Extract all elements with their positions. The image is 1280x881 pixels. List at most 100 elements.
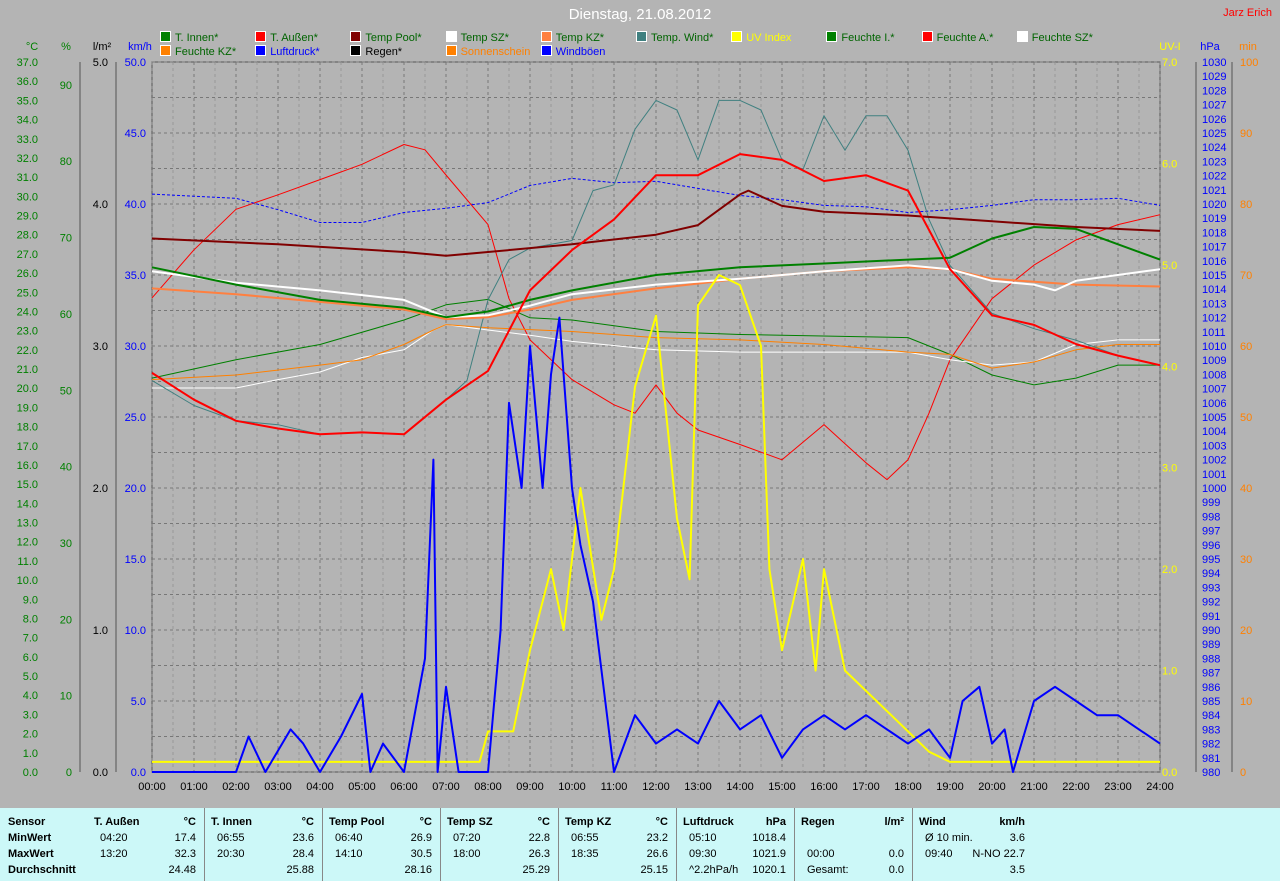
axis-tick-label: 1027 [1202,100,1226,112]
axis-tick-label: 22.0 [17,345,38,357]
axis-tick-label: 0 [1240,767,1246,779]
axis-tick-label: 1023 [1202,156,1226,168]
axis-tick-label: 29.0 [17,211,38,223]
axis-tick-label: 0.0 [1162,767,1177,779]
time-cell: ^2.2hPa/h [689,864,739,876]
axis-tick-label: 15.0 [17,479,38,491]
axis-tick-label: 21.0 [17,364,38,376]
time-cell: Gesamt: [807,864,849,876]
x-tick-label: 21:00 [1020,781,1048,793]
axis-tick-label: 30.0 [17,191,38,203]
x-tick-label: 22:00 [1062,781,1090,793]
time-cell: 18:35 [571,848,599,860]
axis-tick-label: 10 [60,691,72,703]
axis-tick-label: 987 [1202,668,1220,680]
axis-unit-temp: °C [26,41,38,53]
axis-tick-label: 16.0 [17,460,38,472]
x-tick-label: 00:00 [138,781,166,793]
axis-tick-label: 24.0 [17,306,38,318]
axis-tick-label: 45.0 [125,128,146,140]
row-label: Durchschnitt [8,864,76,876]
axis-tick-label: 9.0 [23,594,38,606]
axis-unit-rain: l/m² [93,41,112,53]
value-cell: 32.3 [174,848,196,860]
axis-tick-label: 984 [1202,710,1220,722]
x-tick-label: 03:00 [264,781,292,793]
x-tick-label: 16:00 [810,781,838,793]
axis-tick-label: 19.0 [17,402,38,414]
axis-tick-label: 1002 [1202,455,1226,467]
axis-tick-label: 994 [1202,568,1220,580]
value-cell: 26.6 [646,848,668,860]
axis-unit-uv: UV-I [1159,41,1180,53]
axis-tick-label: 2.0 [23,729,38,741]
table-column: Regen l/m² 00:00 0.0 Gesamt: 0.0 [795,808,913,881]
axis-tick-label: 1007 [1202,384,1226,396]
axis-tick-label: 28.0 [17,230,38,242]
axis-tick-label: 4.0 [1162,361,1177,373]
time-cell: 06:55 [217,832,245,844]
axis-tick-label: 20 [60,614,72,626]
x-tick-label: 02:00 [222,781,250,793]
axis-tick-label: 15.0 [125,554,146,566]
axis-tick-label: 3.0 [93,341,108,353]
axis-tick-label: 990 [1202,625,1220,637]
axis-tick-label: 983 [1202,724,1220,736]
column-unit: hPa [765,816,786,828]
x-tick-label: 06:00 [390,781,418,793]
axis-tick-label: 1005 [1202,412,1226,424]
axis-tick-label: 1004 [1202,426,1226,438]
axis-tick-label: 10.0 [17,575,38,587]
value-cell: 1018.4 [752,832,786,844]
axis-tick-label: 1017 [1202,242,1226,254]
axis-tick-label: 50 [60,385,72,397]
value-cell: 23.2 [646,832,668,844]
axis-tick-label: 25.0 [17,287,38,299]
axis-tick-label: 1020 [1202,199,1226,211]
axis-tick-label: 2.0 [1162,564,1177,576]
axis-tick-label: 40 [1240,483,1252,495]
axis-tick-label: 30.0 [125,341,146,353]
axis-tick-label: 4.0 [93,199,108,211]
axis-tick-label: 0.0 [93,767,108,779]
axis-tick-label: 1029 [1202,71,1226,83]
axis-tick-label: 0.0 [23,767,38,779]
column-header: T. Außen [94,816,140,828]
axis-tick-label: 7.0 [1162,57,1177,69]
axis-unit-hum: % [61,41,71,53]
value-cell: 25.15 [640,864,668,876]
table-column: T. Außen °C 04:20 17.4 13:20 32.3 24.48 [88,808,205,881]
axis-tick-label: 1000 [1202,483,1226,495]
axis-tick-label: 50 [1240,412,1252,424]
axis-tick-label: 26.0 [17,268,38,280]
table-column: Temp SZ °C 07:20 22.8 18:00 26.3 25.29 [441,808,559,881]
value-cell: N-NO 22.7 [972,848,1025,860]
axis-tick-label: 0 [66,767,72,779]
axis-tick-label: 989 [1202,639,1220,651]
axis-tick-label: 23.0 [17,326,38,338]
column-header: Regen [801,816,835,828]
axis-tick-label: 40.0 [125,199,146,211]
axis-tick-label: 10 [1240,696,1252,708]
value-cell: 3.6 [1009,832,1025,844]
value-cell: 28.4 [292,848,314,860]
time-cell: 09:30 [689,848,717,860]
axis-tick-label: 1013 [1202,298,1226,310]
axis-tick-label: 5.0 [131,696,146,708]
axis-tick-label: 3.0 [1162,463,1177,475]
x-tick-label: 13:00 [684,781,712,793]
x-tick-label: 18:00 [894,781,922,793]
axis-tick-label: 992 [1202,597,1220,609]
table-column: T. Innen °C 06:55 23.6 20:30 28.4 25.88 [205,808,323,881]
axis-tick-label: 31.0 [17,172,38,184]
time-cell: Ø 10 min. [925,832,973,844]
column-unit: °C [419,816,432,828]
axis-tick-label: 1028 [1202,85,1226,97]
axis-tick-label: 980 [1202,767,1220,779]
axis-tick-label: 999 [1202,497,1220,509]
stats-table: Sensor MinWert MaxWert Durchschnitt T. Außen… [0,808,1280,881]
axis-tick-label: 8.0 [23,613,38,625]
axis-tick-label: 34.0 [17,115,38,127]
axis-tick-label: 20.0 [125,483,146,495]
time-cell: 05:10 [689,832,717,844]
